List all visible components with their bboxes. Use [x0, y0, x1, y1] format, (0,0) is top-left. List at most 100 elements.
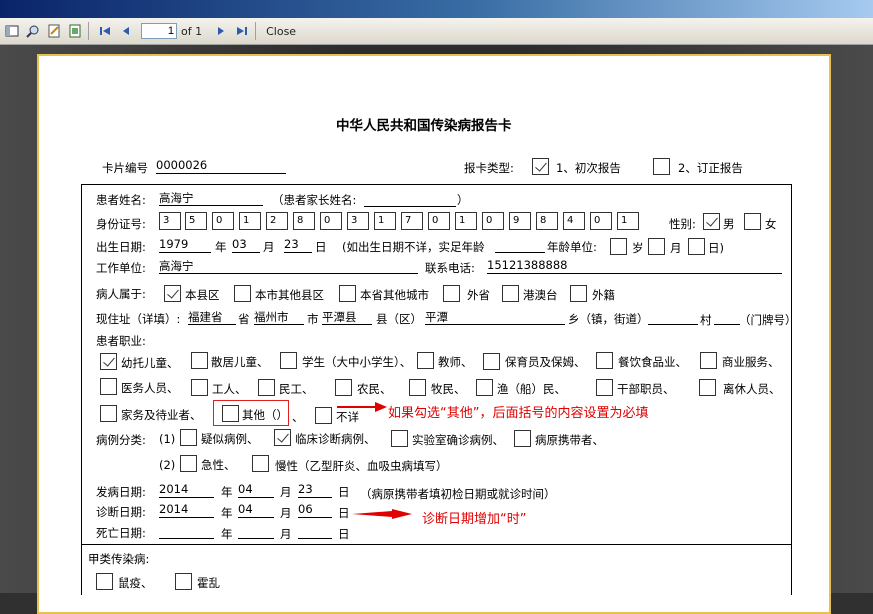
form-title: 中华人民共和国传染病报告卡	[336, 118, 512, 134]
case-checkbox-acute[interactable]	[180, 455, 197, 472]
annotation-other-required: 如果勾选“其他”，后面括号的内容设置为必填	[388, 406, 649, 421]
id-digit-box[interactable]: 0	[482, 212, 504, 230]
occupation-separator: 、	[292, 410, 304, 424]
occupation-checkbox-medical[interactable]	[100, 378, 117, 395]
onset-day-value: 23	[298, 482, 332, 498]
id-digit-box[interactable]: 1	[617, 212, 639, 230]
age-unit-day-checkbox[interactable]	[688, 238, 705, 255]
death-date-label: 死亡日期:	[96, 526, 146, 540]
belong-label-other-province: 外省	[467, 288, 490, 302]
occupation-checkbox-migrant[interactable]	[258, 379, 275, 396]
age-unit-month-checkbox[interactable]	[648, 238, 665, 255]
id-digit-box[interactable]: 1	[455, 212, 477, 230]
case-checkbox-suspected[interactable]	[180, 429, 197, 446]
class-a-checkbox-plague[interactable]	[96, 573, 113, 590]
id-digit-box[interactable]: 3	[347, 212, 369, 230]
occupation-checkbox-herdsman[interactable]	[409, 379, 426, 396]
diagnosis-year-unit: 年	[221, 506, 233, 520]
patient-name-value: 高海宁	[159, 190, 263, 206]
belong-checkbox-local[interactable]	[164, 285, 181, 302]
case-checkbox-clinical[interactable]	[274, 429, 291, 446]
birth-month-unit: 月	[263, 240, 275, 254]
first-report-checkbox[interactable]	[532, 158, 549, 175]
report-type-label: 报卡类型:	[464, 161, 514, 175]
diagnosis-day-unit: 日	[338, 506, 350, 520]
occupation-checkbox-scattered-child[interactable]	[191, 352, 208, 369]
case-checkbox-lab-confirmed[interactable]	[391, 430, 408, 447]
occupation-checkbox-unknown[interactable]	[315, 407, 332, 424]
id-digit-box[interactable]: 0	[212, 212, 234, 230]
class-a-checkbox-cholera[interactable]	[175, 573, 192, 590]
onset-date-label: 发病日期:	[96, 485, 146, 499]
death-day-field[interactable]	[298, 524, 332, 539]
occupation-label-medical: 医务人员、	[121, 381, 179, 395]
onset-note: （病原携带者填初检日期或就诊时间）	[360, 487, 556, 501]
section-divider	[81, 544, 792, 545]
male-checkbox[interactable]	[703, 213, 720, 230]
province-unit: 省	[238, 312, 250, 326]
village-unit: 村	[700, 313, 712, 327]
guardian-name-field[interactable]	[364, 192, 456, 207]
id-digit-box[interactable]: 0	[590, 212, 612, 230]
occupation-checkbox-student[interactable]	[280, 352, 297, 369]
age-field[interactable]	[495, 238, 545, 253]
age-unit-year-checkbox[interactable]	[610, 238, 627, 255]
id-digit-box[interactable]: 4	[563, 212, 585, 230]
belong-label: 病人属于:	[96, 287, 146, 301]
occupation-checkbox-teacher[interactable]	[417, 352, 434, 369]
province-value: 福建省	[188, 309, 236, 325]
occupation-label-farmer: 农民、	[357, 382, 392, 396]
onset-day-unit: 日	[338, 485, 350, 499]
id-digit-box[interactable]: 8	[293, 212, 315, 230]
diagnosis-date-label: 诊断日期:	[96, 505, 146, 519]
id-digit-box[interactable]: 3	[159, 212, 181, 230]
id-digit-box[interactable]: 1	[239, 212, 261, 230]
id-digit-box[interactable]: 9	[509, 212, 531, 230]
id-digit-box[interactable]: 0	[320, 212, 342, 230]
onset-year-unit: 年	[221, 485, 233, 499]
red-arrow-icon	[352, 509, 412, 519]
belong-checkbox-foreign[interactable]	[570, 285, 587, 302]
occupation-checkbox-fisherman[interactable]	[476, 379, 493, 396]
case-checkbox-carrier[interactable]	[514, 430, 531, 447]
death-month-field[interactable]	[238, 524, 274, 539]
occupation-checkbox-other[interactable]	[222, 405, 239, 422]
belong-label-province: 本省其他城市	[360, 288, 429, 302]
occupation-checkbox-retired[interactable]	[699, 379, 716, 396]
occupation-checkbox-preschool[interactable]	[100, 353, 117, 370]
belong-checkbox-city[interactable]	[234, 285, 251, 302]
death-year-field[interactable]	[159, 524, 214, 539]
id-digit-box[interactable]: 8	[536, 212, 558, 230]
id-digit-box[interactable]: 1	[374, 212, 396, 230]
occupation-label-worker: 工人、	[212, 382, 247, 396]
occupation-checkbox-farmer[interactable]	[335, 379, 352, 396]
correction-report-checkbox[interactable]	[653, 158, 670, 175]
belong-checkbox-hk-mo-tw[interactable]	[502, 285, 519, 302]
occupation-label-commerce: 商业服务、	[722, 355, 780, 369]
case-checkbox-chronic[interactable]	[252, 455, 269, 472]
diagnosis-month-value: 04	[238, 502, 274, 518]
occupation-label-catering: 餐饮食品业、	[618, 355, 687, 369]
id-digit-box[interactable]: 5	[185, 212, 207, 230]
occupation-label-teacher: 教师、	[438, 355, 473, 369]
age-unit-day-label: 日)	[708, 241, 724, 255]
occupation-checkbox-cadre[interactable]	[596, 379, 613, 396]
occupation-checkbox-catering[interactable]	[596, 352, 613, 369]
occupation-checkbox-commerce[interactable]	[700, 352, 717, 369]
id-digit-box[interactable]: 7	[401, 212, 423, 230]
occupation-checkbox-worker[interactable]	[191, 379, 208, 396]
village-field[interactable]	[648, 310, 698, 325]
female-checkbox[interactable]	[744, 213, 761, 230]
belong-checkbox-other-province[interactable]	[443, 285, 460, 302]
case-label-carrier: 病原携带者、	[535, 433, 604, 447]
occupation-checkbox-nanny[interactable]	[483, 353, 500, 370]
report-page: 中华人民共和国传染病报告卡 卡片编号 0000026 报卡类型: 1、初次报告 …	[37, 54, 831, 614]
occupation-checkbox-unemployed[interactable]	[100, 405, 117, 422]
house-number-field[interactable]	[714, 310, 740, 325]
belong-label-city: 本市其他县区	[255, 288, 324, 302]
id-digit-box[interactable]: 2	[266, 212, 288, 230]
guardian-label: （患者家长姓名:	[272, 193, 357, 207]
id-digit-box[interactable]: 0	[428, 212, 450, 230]
onset-month-value: 04	[238, 482, 274, 498]
belong-checkbox-province[interactable]	[339, 285, 356, 302]
